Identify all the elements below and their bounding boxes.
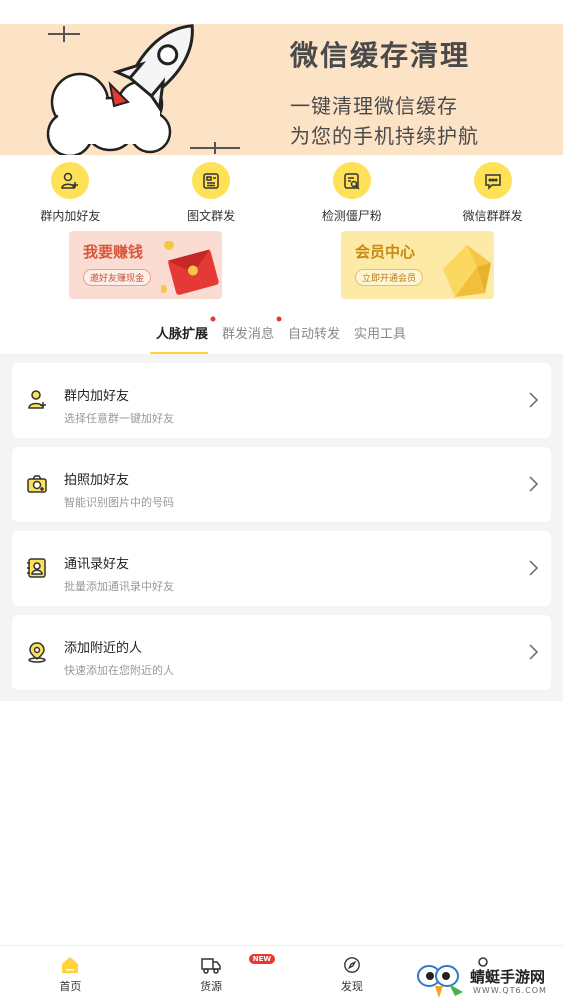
list-item[interactable]: 通讯录好友 批量添加通讯录中好友	[12, 531, 551, 606]
list-item-title: 群内加好友	[64, 389, 130, 404]
watermark: 蜻蜓手游网 WWW.QT6.COM	[415, 962, 563, 1000]
tab-label: 人脉扩展	[156, 327, 209, 342]
nav-label: 发现	[340, 980, 363, 993]
tab-label: 自动转发	[288, 327, 341, 342]
list-item-title: 添加附近的人	[64, 641, 143, 656]
user-plus-icon	[28, 390, 46, 409]
quick-action-label: 群内加好友	[40, 209, 101, 223]
promo-title: 会员中心	[355, 243, 416, 261]
list-item[interactable]: 群内加好友 选择任意群一键加好友	[12, 363, 551, 438]
banner[interactable]: 微信缓存清理 一键清理微信缓存 为您的手机持续护航	[0, 24, 563, 155]
list-item-subtitle: 批量添加通讯录中好友	[64, 580, 174, 593]
quick-actions: 群内加好友 图文群发 检测僵尸粉 微信群群发	[0, 162, 563, 224]
tab-label: 群发消息	[222, 327, 275, 342]
list-item[interactable]: 添加附近的人 快速添加在您附近的人	[12, 615, 551, 690]
banner-subtitle-2: 为您的手机持续护航	[290, 124, 479, 148]
rocket-illustration	[46, 24, 240, 155]
list-item-subtitle: 智能识别图片中的号码	[64, 496, 174, 509]
quick-action-label: 微信群群发	[462, 209, 523, 223]
quick-action-label: 图文群发	[187, 209, 236, 223]
dragonfly-logo-icon	[417, 965, 463, 998]
camera-icon	[27, 475, 47, 493]
nav-home[interactable]: 首页	[0, 946, 141, 1000]
promo-earn-money[interactable]: 我要赚钱 邀好友赚现金	[69, 231, 222, 299]
open-membership-button[interactable]: 立即开通会员	[355, 269, 424, 286]
quick-action-broadcast[interactable]: 图文群发	[141, 162, 282, 224]
chevron-right-icon	[529, 476, 539, 492]
list-item-title: 通讯录好友	[64, 557, 130, 572]
tab-network[interactable]: 人脉扩展	[150, 316, 216, 354]
invite-friends-button[interactable]: 邀好友赚现金	[83, 269, 152, 286]
category-tabs: 人脉扩展 群发消息 自动转发 实用工具	[150, 316, 420, 354]
tab-label: 实用工具	[354, 327, 407, 342]
nav-supply[interactable]: 货源 NEW	[141, 946, 282, 1000]
chevron-right-icon	[529, 644, 539, 660]
contacts-icon	[27, 558, 46, 578]
notification-dot-icon	[276, 316, 282, 322]
quick-action-group-add[interactable]: 群内加好友	[0, 162, 141, 224]
document-icon	[192, 162, 231, 199]
promo-membership[interactable]: 会员中心 立即开通会员	[341, 231, 494, 299]
search-doc-icon	[332, 162, 371, 199]
list-item-subtitle: 快速添加在您附近的人	[64, 664, 174, 677]
red-envelope-icon	[161, 241, 219, 295]
truck-icon	[201, 958, 221, 974]
list-item[interactable]: 拍照加好友 智能识别图片中的号码	[12, 447, 551, 522]
compass-icon	[344, 957, 360, 973]
tab-auto-forward[interactable]: 自动转发	[288, 318, 340, 354]
banner-subtitle-1: 一键清理微信缓存	[290, 94, 458, 118]
diamond-icon	[443, 245, 491, 297]
chevron-right-icon	[529, 560, 539, 576]
nav-label: 首页	[59, 980, 82, 993]
tab-broadcast[interactable]: 群发消息	[222, 316, 282, 354]
quick-action-group-broadcast[interactable]: 微信群群发	[422, 162, 563, 224]
list-item-title: 拍照加好友	[64, 473, 130, 488]
quick-action-zombie-check[interactable]: 检测僵尸粉	[282, 162, 423, 224]
location-icon	[28, 642, 46, 663]
nav-discover[interactable]: 发现	[282, 946, 423, 1000]
tab-tools[interactable]: 实用工具	[354, 318, 406, 354]
new-badge: NEW	[248, 954, 276, 964]
promo-title: 我要赚钱	[83, 243, 144, 261]
banner-title: 微信缓存清理	[290, 39, 471, 72]
chevron-right-icon	[529, 392, 539, 408]
add-user-icon	[51, 162, 90, 199]
nav-label: 货源	[200, 980, 223, 993]
chat-icon	[473, 162, 512, 199]
watermark-text: 蜻蜓手游网	[470, 968, 546, 986]
list-item-subtitle: 选择任意群一键加好友	[64, 412, 174, 425]
feature-list: 群内加好友 选择任意群一键加好友 拍照加好友 智能识别图片中的号码 通讯录好友 …	[0, 354, 563, 701]
quick-action-label: 检测僵尸粉	[321, 209, 382, 223]
home-icon	[62, 957, 79, 973]
notification-dot-icon	[210, 316, 216, 322]
watermark-url: WWW.QT6.COM	[473, 986, 547, 995]
